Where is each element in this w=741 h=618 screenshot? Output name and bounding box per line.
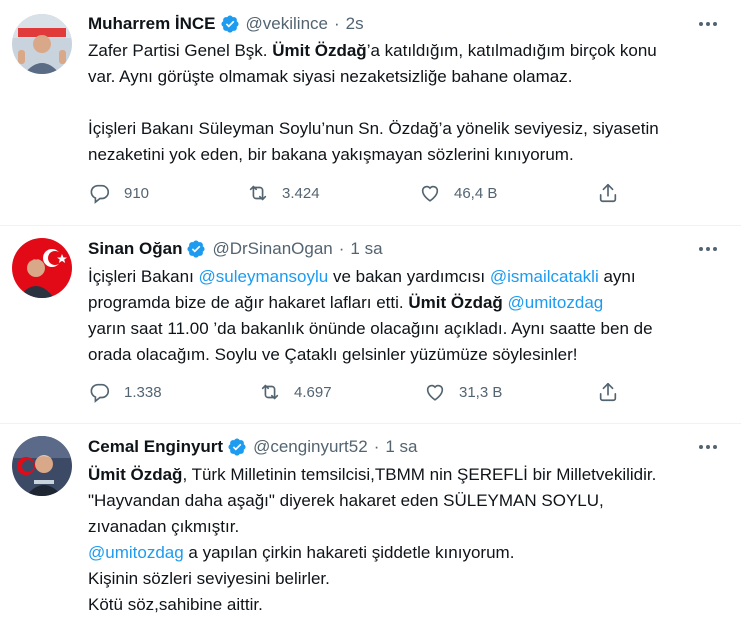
text-segment: Kötü söz,sahibine aittir. (88, 595, 263, 614)
avatar[interactable] (12, 14, 72, 74)
avatar[interactable] (12, 238, 72, 298)
retweet-count: 3.424 (282, 184, 320, 202)
verified-badge-icon (220, 14, 240, 34)
author-name[interactable]: Muharrem İNCE (88, 14, 216, 34)
tweet-text-line: programda bize de ağır hakaret lafları e… (88, 290, 728, 316)
author-handle[interactable]: @DrSinanOgan (212, 239, 332, 259)
like-button[interactable]: 31,3 B (423, 379, 502, 405)
text-segment: aynı (598, 267, 636, 286)
mention-link[interactable]: @ismailcatakli (490, 267, 599, 286)
like-button[interactable]: 46,4 B (418, 180, 497, 206)
timestamp[interactable]: 1 sa (385, 437, 417, 457)
tweet-header: Sinan Oğan @DrSinanOgan · 1 sa (88, 237, 383, 261)
reply-count: 910 (124, 184, 150, 202)
like-count: 46,4 B (454, 184, 498, 202)
text-segment: "Hayvandan daha aşağı" diyerek hakaret e… (88, 491, 604, 510)
separator-dot: · (338, 239, 345, 258)
retweet-count: 4.697 (294, 383, 332, 401)
mention-link[interactable]: @suleymansoylu (199, 267, 329, 286)
text-segment: a yapılan çirkin hakareti şiddetle kınıy… (183, 543, 515, 562)
tweet-text-line: İçişleri Bakanı Süleyman Soylu’nun Sn. Ö… (88, 116, 728, 142)
tweet-text-line: var. Aynı görüşte olmamak siyasi nezaket… (88, 64, 728, 90)
share-button[interactable] (596, 180, 620, 206)
like-icon (423, 380, 447, 404)
separator-dot: · (373, 437, 380, 456)
mention-link[interactable]: @umitozdag (88, 543, 184, 562)
author-name[interactable]: Cemal Enginyurt (88, 437, 223, 457)
author-handle[interactable]: @vekilince (246, 14, 328, 34)
tweet-text-line: nezaketini yok eden, bir bakana yakışmay… (88, 142, 728, 168)
text-segment: İçişleri Bakanı (88, 267, 199, 286)
text-segment: ’a katıldığım, katılmadığım birçok konu (366, 41, 657, 60)
tweet-text-line: zıvanadan çıkmıştır. (88, 514, 728, 540)
verified-badge-icon (227, 437, 247, 457)
timestamp[interactable]: 1 sa (350, 239, 382, 259)
tweet-text-line: İçişleri Bakanı @suleymansoylu ve bakan … (88, 264, 728, 290)
separator-dot: · (333, 14, 340, 33)
retweet-button[interactable]: 3.424 (246, 180, 320, 206)
text-segment: yarın saat 11.00 ’da bakanlık önünde ola… (88, 319, 653, 338)
bold-text: Ümit Özdağ (88, 465, 183, 484)
retweet-icon (258, 380, 282, 404)
paragraph-break (88, 90, 728, 116)
avatar[interactable] (12, 436, 72, 496)
text-segment: nezaketini yok eden, bir bakana yakışmay… (88, 145, 574, 164)
bold-text: Ümit Özdağ (272, 41, 367, 60)
more-icon[interactable] (695, 436, 721, 458)
reply-button[interactable]: 1.338 (88, 379, 162, 405)
tweet-text: İçişleri Bakanı @suleymansoylu ve bakan … (88, 264, 728, 368)
reply-icon (88, 380, 112, 404)
tweet[interactable]: Sinan Oğan @DrSinanOgan · 1 sa İçişleri … (0, 226, 741, 424)
tweet[interactable]: Cemal Enginyurt @cenginyurt52 · 1 sa Ümi… (0, 424, 741, 618)
tweet-actions: 910 3.424 46,4 B (88, 180, 628, 206)
tweet-text-line: "Hayvandan daha aşağı" diyerek hakaret e… (88, 488, 728, 514)
text-segment: orada olacağım. Soylu ve Çataklı gelsinl… (88, 345, 578, 364)
tweet-text-line: Kişinin sözleri seviyesini belirler. (88, 566, 728, 592)
tweet-text-line: @umitozdag a yapılan çirkin hakareti şid… (88, 540, 728, 566)
text-segment: var. Aynı görüşte olmamak siyasi nezaket… (88, 67, 573, 86)
text-segment: Zafer Partisi Genel Bşk. (88, 41, 273, 60)
tweet-actions: 1.338 4.697 31,3 B (88, 379, 628, 405)
text-segment: zıvanadan çıkmıştır. (88, 517, 240, 536)
reply-button[interactable]: 910 (88, 180, 149, 206)
tweet-text-line: Ümit Özdağ, Türk Milletinin temsilcisi,T… (88, 462, 728, 488)
share-button[interactable] (596, 379, 620, 405)
reply-icon (88, 181, 112, 205)
tweet-text: Ümit Özdağ, Türk Milletinin temsilcisi,T… (88, 462, 728, 618)
verified-badge-icon (186, 239, 206, 259)
tweet-text-line: Kötü söz,sahibine aittir. (88, 592, 728, 618)
tweet-header: Cemal Enginyurt @cenginyurt52 · 1 sa (88, 435, 418, 459)
tweet-text-line: yarın saat 11.00 ’da bakanlık önünde ola… (88, 316, 728, 342)
retweet-button[interactable]: 4.697 (258, 379, 332, 405)
text-segment: Kişinin sözleri seviyesini belirler. (88, 569, 330, 588)
text-segment: , Türk Milletinin temsilcisi,TBMM nin ŞE… (182, 465, 657, 484)
tweet-text-line: orada olacağım. Soylu ve Çataklı gelsinl… (88, 342, 728, 368)
reply-count: 1.338 (124, 383, 162, 401)
text-segment: programda bize de ağır hakaret lafları e… (88, 293, 409, 312)
more-icon[interactable] (695, 13, 721, 35)
text-segment: ve bakan yardımcısı (328, 267, 490, 286)
like-icon (418, 181, 442, 205)
author-handle[interactable]: @cenginyurt52 (253, 437, 368, 457)
bold-text: Ümit Özdağ (408, 293, 503, 312)
share-icon (596, 380, 620, 404)
timestamp[interactable]: 2s (346, 14, 364, 34)
tweet-text: Zafer Partisi Genel Bşk. Ümit Özdağ’a ka… (88, 38, 728, 168)
like-count: 31,3 B (459, 383, 503, 401)
tweet[interactable]: Muharrem İNCE @vekilince · 2s Zafer Part… (0, 0, 741, 226)
tweet-text-line: Zafer Partisi Genel Bşk. Ümit Özdağ’a ka… (88, 38, 728, 64)
mention-link[interactable]: @umitozdag (508, 293, 604, 312)
more-icon[interactable] (695, 238, 721, 260)
tweet-header: Muharrem İNCE @vekilince · 2s (88, 12, 364, 36)
retweet-icon (246, 181, 270, 205)
share-icon (596, 181, 620, 205)
text-segment: İçişleri Bakanı Süleyman Soylu’nun Sn. Ö… (88, 119, 659, 138)
author-name[interactable]: Sinan Oğan (88, 239, 182, 259)
